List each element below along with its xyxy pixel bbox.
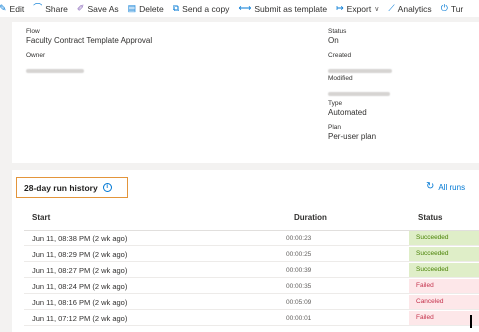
turn-off-label: Tur bbox=[450, 3, 464, 14]
refresh-icon: ↻ bbox=[426, 181, 435, 192]
run-duration: 00:00:39 bbox=[286, 266, 312, 274]
column-duration[interactable]: Duration bbox=[294, 213, 327, 222]
submit-template-button[interactable]: ⟷ Submit as template bbox=[238, 4, 327, 14]
type-value: Automated bbox=[328, 108, 367, 117]
export-label: Export bbox=[346, 3, 372, 14]
plan-label: Plan bbox=[328, 124, 342, 131]
share-button[interactable]: ⌒ Share bbox=[33, 4, 68, 14]
delete-icon: ▤ bbox=[127, 3, 137, 13]
table-row[interactable]: Jun 11, 08:16 PM (2 wk ago) 00:05:09 Can… bbox=[24, 295, 479, 310]
column-start[interactable]: Start bbox=[32, 213, 50, 222]
column-status[interactable]: Status bbox=[418, 213, 442, 222]
status-badge: Failed bbox=[409, 279, 479, 293]
plan-value: Per-user plan bbox=[328, 132, 377, 141]
text-cursor bbox=[470, 315, 472, 328]
run-duration: 00:00:35 bbox=[286, 282, 312, 290]
flow-name: Faculty Contract Template Approval bbox=[26, 36, 153, 45]
export-icon: ↦ bbox=[336, 3, 344, 13]
table-row[interactable]: Jun 11, 07:12 PM (2 wk ago) 00:00:01 Fai… bbox=[24, 311, 479, 326]
share-label: Share bbox=[45, 3, 68, 14]
info-icon[interactable]: i bbox=[102, 183, 112, 192]
table-row[interactable]: Jun 11, 08:38 PM (2 wk ago) 00:00:23 Suc… bbox=[24, 231, 479, 246]
save-as-label: Save As bbox=[87, 3, 119, 14]
run-history-header: 28-day run history i bbox=[16, 177, 128, 198]
created-label: Created bbox=[328, 52, 352, 59]
run-duration: 00:00:01 bbox=[286, 314, 312, 322]
run-start: Jun 11, 08:29 PM (2 wk ago) bbox=[32, 250, 128, 259]
run-duration: 00:05:09 bbox=[286, 298, 312, 306]
export-button[interactable]: ↦ Export ∨ bbox=[336, 4, 379, 14]
type-label: Type bbox=[328, 100, 343, 107]
delete-button[interactable]: ▤ Delete bbox=[128, 4, 164, 14]
run-start: Jun 11, 08:16 PM (2 wk ago) bbox=[32, 298, 128, 307]
send-copy-button[interactable]: ⧉ Send a copy bbox=[173, 4, 230, 14]
edit-label: Edit bbox=[9, 3, 25, 14]
table-row[interactable]: Jun 11, 08:29 PM (2 wk ago) 00:00:25 Suc… bbox=[24, 247, 479, 262]
all-runs-link[interactable]: ↻ All runs bbox=[426, 182, 465, 192]
submit-template-label: Submit as template bbox=[254, 3, 328, 14]
share-icon: ⌒ bbox=[33, 3, 43, 13]
all-runs-label: All runs bbox=[438, 182, 466, 192]
analytics-button[interactable]: ⟋ Analytics bbox=[388, 4, 431, 14]
save-as-icon: ✐ bbox=[76, 3, 85, 13]
owner-name-redacted bbox=[26, 69, 84, 73]
owner-label: Owner bbox=[26, 52, 46, 59]
run-start: Jun 11, 08:24 PM (2 wk ago) bbox=[32, 282, 128, 291]
delete-label: Delete bbox=[139, 3, 164, 14]
modified-label: Modified bbox=[328, 75, 353, 82]
flow-details-card: Flow Faculty Contract Template Approval … bbox=[12, 22, 479, 163]
pencil-icon: ✎ bbox=[0, 3, 7, 13]
status-field: Status On bbox=[328, 28, 346, 46]
status-value: On bbox=[328, 36, 339, 45]
save-as-button[interactable]: ✐ Save As bbox=[77, 4, 119, 14]
turn-off-button[interactable]: ⏻ Tur bbox=[441, 4, 464, 14]
type-field: Type Automated bbox=[328, 100, 367, 118]
command-bar: ✎ Edit ⌒ Share ✐ Save As ▤ Delete ⧉ Send… bbox=[0, 0, 479, 17]
run-start: Jun 11, 07:12 PM (2 wk ago) bbox=[32, 314, 128, 323]
plan-field: Plan Per-user plan bbox=[328, 124, 376, 142]
power-icon: ⏻ bbox=[440, 3, 448, 13]
chevron-down-icon: ∨ bbox=[374, 5, 380, 13]
created-date-redacted bbox=[328, 69, 392, 73]
status-badge: Canceled bbox=[409, 295, 479, 309]
send-copy-icon: ⧉ bbox=[172, 3, 180, 13]
run-history-title: 28-day run history bbox=[24, 182, 98, 193]
modified-date-redacted bbox=[328, 92, 390, 96]
edit-button[interactable]: ✎ Edit bbox=[0, 4, 24, 14]
flow-field: Flow Faculty Contract Template Approval bbox=[26, 28, 152, 46]
send-copy-label: Send a copy bbox=[182, 3, 230, 14]
status-badge: Succeeded bbox=[409, 263, 479, 277]
run-table-header: Start Duration Status bbox=[32, 213, 479, 227]
status-badge: Succeeded bbox=[409, 231, 479, 245]
owner-field: Owner bbox=[26, 52, 84, 78]
table-row[interactable]: Jun 11, 08:27 PM (2 wk ago) 00:00:39 Suc… bbox=[24, 263, 479, 278]
status-label: Status bbox=[328, 28, 347, 35]
run-duration: 00:00:25 bbox=[286, 250, 312, 258]
run-duration: 00:00:23 bbox=[286, 234, 312, 242]
run-history-card: 28-day run history i ↻ All runs Start Du… bbox=[12, 170, 479, 332]
run-start: Jun 11, 08:27 PM (2 wk ago) bbox=[32, 266, 128, 275]
run-start: Jun 11, 08:38 PM (2 wk ago) bbox=[32, 234, 128, 243]
table-row[interactable]: Jun 11, 08:24 PM (2 wk ago) 00:00:35 Fai… bbox=[24, 279, 479, 294]
flow-label: Flow bbox=[26, 28, 40, 35]
modified-field: Modified bbox=[328, 75, 390, 101]
status-badge: Failed bbox=[409, 311, 479, 325]
status-badge: Succeeded bbox=[409, 247, 479, 261]
submit-template-icon: ⟷ bbox=[238, 3, 252, 13]
analytics-label: Analytics bbox=[397, 3, 432, 14]
analytics-icon: ⟋ bbox=[388, 3, 395, 13]
